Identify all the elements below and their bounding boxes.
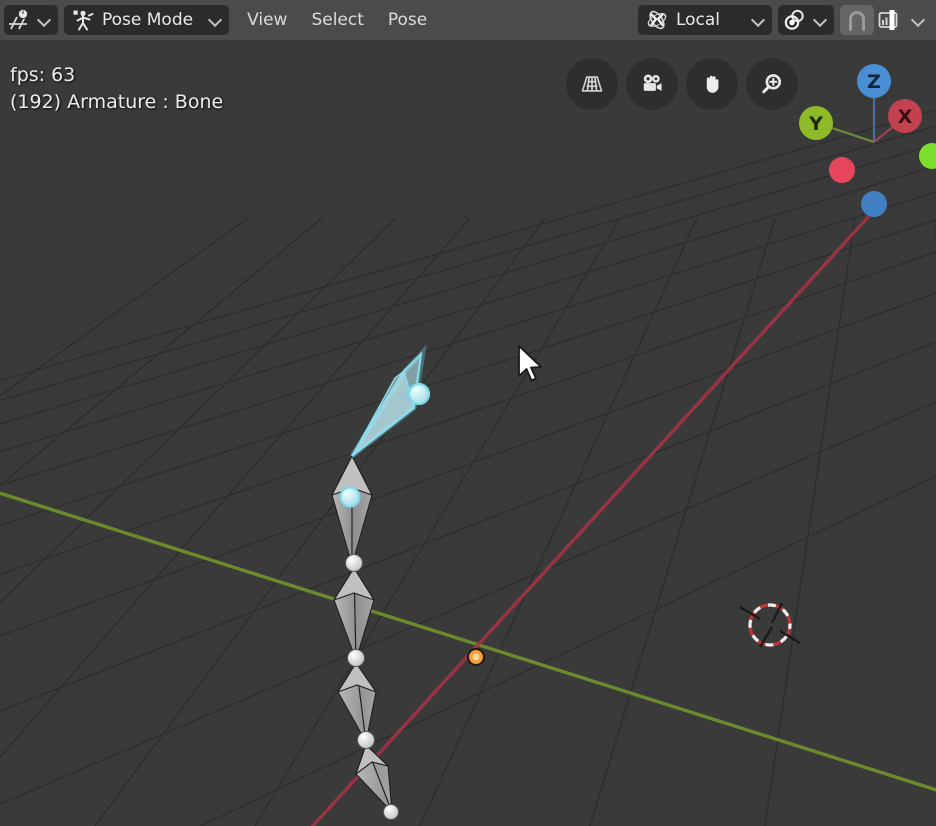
snap-increment-icon: [877, 7, 903, 33]
viewport-nav-gizmo[interactable]: Z Y X: [799, 56, 936, 217]
menu-pose[interactable]: Pose: [376, 5, 439, 35]
viewport-header: Pose Mode View Select Pose Local: [0, 0, 936, 40]
snapping-controls: [840, 5, 930, 35]
editor-type-3d-viewport-icon: [6, 7, 32, 33]
camera-icon: [639, 71, 665, 97]
transform-orientation-selector[interactable]: Local: [637, 5, 772, 35]
gizmo-axis-neg-x: [829, 157, 855, 183]
pose-mode-icon: [70, 7, 96, 33]
snap-target-button[interactable]: [874, 5, 906, 35]
gizmo-axis-x-label: X: [898, 106, 913, 128]
magnifier-plus-icon: [759, 71, 785, 97]
3d-viewport[interactable]: fps: 63 (192) Armature : Bone Z Y X: [0, 40, 936, 826]
menu-view[interactable]: View: [235, 5, 299, 35]
editor-type-chevron-down-icon[interactable]: [36, 12, 52, 28]
snap-magnet-toggle[interactable]: [840, 5, 874, 35]
transform-orientation-label: Local: [675, 10, 720, 30]
magnet-icon: [844, 7, 870, 33]
transform-orientation-icon: [644, 7, 670, 33]
mode-label: Pose Mode: [102, 10, 194, 30]
snap-target-chevron-down-icon[interactable]: [910, 12, 926, 28]
hand-icon: [699, 71, 725, 97]
mode-selector[interactable]: Pose Mode: [64, 5, 230, 35]
gizmo-axis-z-label: Z: [867, 71, 881, 93]
editor-type-selector[interactable]: [4, 5, 58, 35]
grid-perspective-icon: [579, 71, 605, 97]
pivot-point-selector[interactable]: [778, 5, 834, 35]
menu-select[interactable]: Select: [299, 5, 375, 35]
gizmo-axis-neg-y: [919, 143, 936, 169]
gizmo-axis-y-label: Y: [808, 113, 823, 135]
zoom-view-button[interactable]: [746, 58, 798, 110]
transform-orientation-chevron-down-icon[interactable]: [750, 12, 766, 28]
toggle-camera-view-button[interactable]: [626, 58, 678, 110]
blender-window: Pose Mode View Select Pose Local fps: 63…: [0, 0, 936, 826]
pivot-point-chevron-down-icon[interactable]: [812, 12, 828, 28]
toggle-perspective-ortho-button[interactable]: [566, 58, 618, 110]
pan-view-button[interactable]: [686, 58, 738, 110]
viewport-nav-buttons: [566, 58, 798, 110]
world-origin-point: [467, 648, 485, 666]
viewport-menubar: View Select Pose: [235, 5, 439, 35]
pivot-point-icon: [782, 7, 808, 33]
mode-chevron-down-icon[interactable]: [207, 12, 223, 28]
gizmo-axis-neg-z: [861, 191, 887, 217]
